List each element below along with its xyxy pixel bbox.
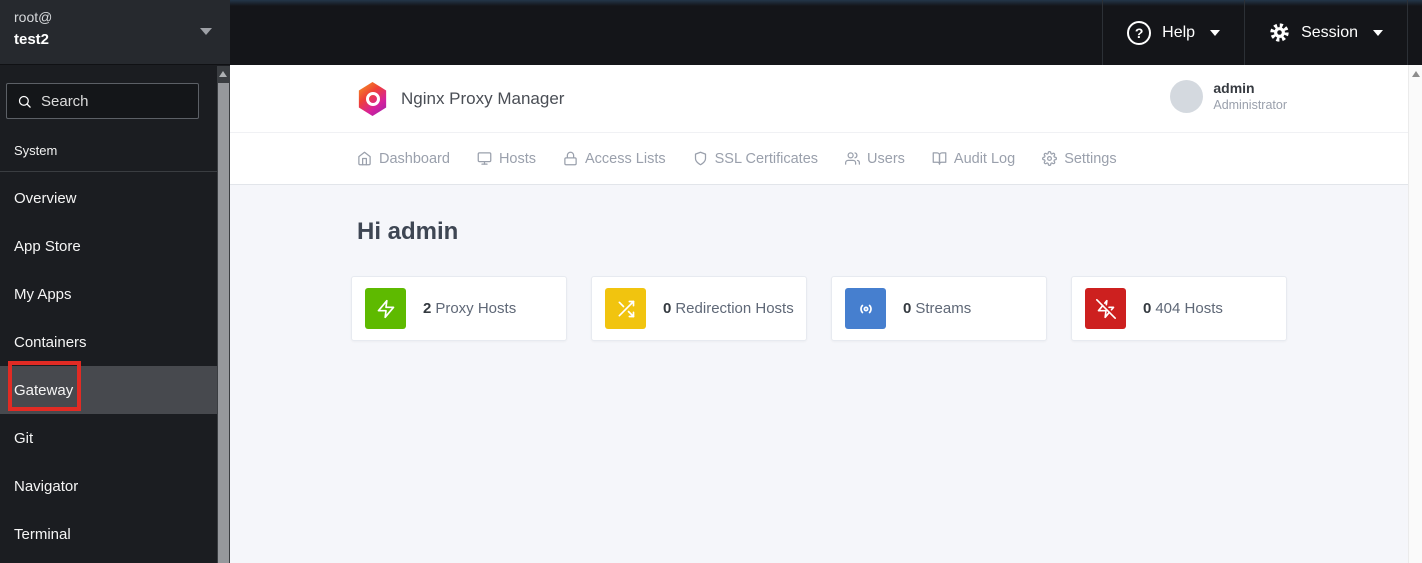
stamp-blue <box>845 288 886 329</box>
tab-dashboard[interactable]: Dashboard <box>357 151 450 167</box>
card-text: 0 Redirection Hosts <box>663 300 794 317</box>
sidebar-section-system: System <box>14 143 58 158</box>
page-scrollbar[interactable] <box>1408 65 1422 563</box>
stamp-green <box>365 288 406 329</box>
host-switcher[interactable]: root@ test2 <box>0 0 230 65</box>
tab-label: Users <box>867 150 905 167</box>
page-title: Hi admin <box>357 218 459 245</box>
streams-card[interactable]: 0 Streams <box>831 276 1047 341</box>
sidebar: root@ test2 System Overview App Store My… <box>0 0 230 563</box>
shield-icon <box>694 151 706 166</box>
card-text: 2 Proxy Hosts <box>423 300 516 317</box>
session-label: Session <box>1301 23 1358 41</box>
sidebar-search[interactable] <box>6 83 199 119</box>
dead-hosts-card[interactable]: 0 404 Hosts <box>1071 276 1287 341</box>
book-open-icon <box>932 152 947 165</box>
help-icon: ? <box>1127 20 1152 45</box>
streams-count: 0 <box>903 300 912 317</box>
chevron-down-icon <box>1210 29 1221 36</box>
dashboard-content: Hi admin 2 Proxy Hosts 0 Redirection Hos… <box>230 185 1408 341</box>
main-area: Nginx Proxy Manager admin Administrator <box>230 65 1422 563</box>
home-icon <box>358 151 371 166</box>
app-nav: Dashboard Hosts Access Lists SSL Certifi… <box>230 133 1408 185</box>
zap-off-icon <box>1095 298 1116 319</box>
masthead-menu: ? Help Session <box>1102 0 1408 65</box>
tab-access-lists[interactable]: Access Lists <box>563 151 666 167</box>
sidebar-item-app-store[interactable]: App Store <box>0 222 217 270</box>
stat-cards: 2 Proxy Hosts 0 Redirection Hosts 0 Stre… <box>351 276 1287 341</box>
user-name: admin <box>1213 80 1255 96</box>
host-user-label: root@ <box>14 9 53 25</box>
app-brand: Nginx Proxy Manager <box>357 82 564 116</box>
users-icon <box>845 152 861 165</box>
help-menu-button[interactable]: ? Help <box>1102 0 1244 65</box>
redirection-hosts-label: Redirection Hosts <box>675 300 794 317</box>
sidebar-item-git[interactable]: Git <box>0 414 217 462</box>
sidebar-item-gateway[interactable]: Gateway <box>0 366 217 414</box>
sidebar-body: System Overview App Store My Apps Contai… <box>0 66 217 563</box>
card-text: 0 Streams <box>903 300 971 317</box>
zap-icon <box>377 299 394 318</box>
chevron-down-icon <box>1373 29 1383 36</box>
gear-icon <box>1270 23 1289 42</box>
sidebar-item-overview[interactable]: Overview <box>0 174 217 222</box>
redirection-hosts-count: 0 <box>663 300 672 317</box>
tab-users[interactable]: Users <box>845 151 905 167</box>
tab-label: Access Lists <box>585 150 666 167</box>
user-role: Administrator <box>1213 98 1287 112</box>
tab-label: Audit Log <box>953 150 1016 167</box>
host-name-label: test2 <box>14 31 50 48</box>
scroll-up-arrow-icon[interactable] <box>219 71 227 77</box>
user-menu[interactable]: admin Administrator <box>1170 78 1287 113</box>
sidebar-items: Overview App Store My Apps Containers Ga… <box>0 174 217 558</box>
avatar <box>1170 80 1204 113</box>
redirection-hosts-card[interactable]: 0 Redirection Hosts <box>591 276 807 341</box>
proxy-hosts-card[interactable]: 2 Proxy Hosts <box>351 276 567 341</box>
dead-hosts-count: 0 <box>1143 300 1152 317</box>
chevron-down-icon <box>200 28 212 35</box>
tab-label: Hosts <box>498 150 537 167</box>
sidebar-scrollbar[interactable] <box>217 66 230 563</box>
tab-label: Dashboard <box>379 150 450 167</box>
shuffle-icon <box>618 300 634 317</box>
dead-hosts-label: 404 Hosts <box>1155 300 1223 317</box>
sidebar-item-navigator[interactable]: Navigator <box>0 462 217 510</box>
monitor-icon <box>477 152 492 165</box>
search-input[interactable] <box>41 92 181 110</box>
tab-audit-log[interactable]: Audit Log <box>932 151 1015 167</box>
app-header: Nginx Proxy Manager admin Administrator <box>230 65 1408 133</box>
scroll-up-arrow-icon[interactable] <box>1412 71 1420 77</box>
tab-ssl-certificates[interactable]: SSL Certificates <box>693 151 818 167</box>
tab-label: SSL Certificates <box>714 150 819 167</box>
stamp-yellow <box>605 288 646 329</box>
sidebar-item-containers[interactable]: Containers <box>0 318 217 366</box>
streams-label: Streams <box>915 300 972 317</box>
tab-label: Settings <box>1064 150 1117 167</box>
tab-hosts[interactable]: Hosts <box>477 151 536 167</box>
sidebar-item-my-apps[interactable]: My Apps <box>0 270 217 318</box>
search-icon <box>18 95 31 108</box>
sidebar-scrollbar-thumb[interactable] <box>218 83 229 563</box>
app-title: Nginx Proxy Manager <box>401 89 565 108</box>
sidebar-item-terminal[interactable]: Terminal <box>0 510 217 558</box>
gear-icon <box>1042 151 1058 166</box>
session-menu-button[interactable]: Session <box>1244 0 1407 65</box>
tab-settings[interactable]: Settings <box>1042 150 1117 167</box>
masthead: ? Help Session <box>230 0 1422 65</box>
proxy-hosts-count: 2 <box>423 300 432 317</box>
lock-icon <box>564 151 577 166</box>
help-label: Help <box>1162 23 1196 41</box>
card-text: 0 404 Hosts <box>1143 300 1223 317</box>
sidebar-divider <box>0 171 217 172</box>
radio-icon <box>859 304 872 313</box>
stamp-red <box>1085 288 1126 329</box>
proxy-hosts-label: Proxy Hosts <box>435 300 517 317</box>
nginx-proxy-manager-logo-icon <box>358 82 387 116</box>
